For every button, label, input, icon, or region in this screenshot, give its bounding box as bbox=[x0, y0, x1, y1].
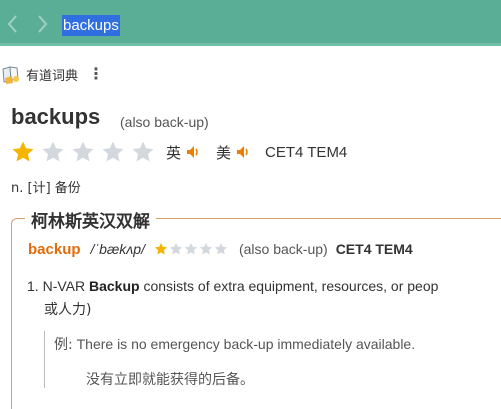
collins-sense: 1. N-VAR Backup consists of extra equipm… bbox=[27, 274, 501, 322]
collins-levels: CET4 TEM4 bbox=[335, 241, 413, 257]
exam-levels: CET4 TEM4 bbox=[265, 143, 348, 161]
pron-us-label: 美 bbox=[216, 143, 232, 162]
search-input[interactable]: backups bbox=[62, 15, 120, 36]
sense-definition: consists of extra equipment, resources, … bbox=[143, 278, 439, 294]
headword: backups bbox=[11, 104, 101, 129]
collins-title: 柯林斯英汉双解 bbox=[25, 207, 156, 232]
sense-pos: N-VAR bbox=[42, 278, 86, 294]
search-bar: backups bbox=[0, 0, 501, 46]
basic-definition: n. [计] 备份 bbox=[11, 181, 81, 196]
headword-variant: (also back-up) bbox=[120, 114, 209, 130]
star-empty-icon bbox=[199, 242, 213, 255]
example-english: 例: There is no emergency back-up immedia… bbox=[54, 334, 415, 354]
dictionary-source: 有道词典 ⋮ bbox=[0, 63, 104, 85]
collins-rating bbox=[154, 242, 229, 256]
chevron-right-icon bbox=[38, 15, 48, 33]
star-filled-icon bbox=[12, 141, 34, 162]
example-divider bbox=[44, 331, 45, 388]
collins-entry-header: backup /ˈbækʌp/ (also back-up) CET4 TEM4 bbox=[28, 238, 413, 260]
more-vertical-icon[interactable]: ⋮ bbox=[88, 64, 104, 84]
star-empty-icon bbox=[42, 141, 64, 162]
pron-uk-label: 英 bbox=[166, 143, 182, 162]
example-chinese: 没有立即就能获得的后备。 bbox=[86, 372, 254, 388]
star-empty-icon bbox=[214, 242, 228, 255]
speaker-us-icon[interactable] bbox=[235, 144, 251, 160]
search-bar-underline bbox=[0, 43, 501, 46]
sense-number: 1. bbox=[27, 278, 39, 294]
star-empty-icon bbox=[184, 242, 198, 255]
frequency-rating: 英 美 CET4 TEM4 bbox=[11, 139, 347, 165]
star-empty-icon bbox=[72, 141, 94, 162]
example-sentence: There is no emergency back-up immediatel… bbox=[76, 336, 416, 352]
star-filled-icon bbox=[154, 242, 168, 255]
star-empty-icon bbox=[169, 242, 183, 255]
speaker-uk-icon[interactable] bbox=[185, 144, 201, 160]
sense-headword: Backup bbox=[89, 278, 140, 294]
forward-button[interactable] bbox=[33, 13, 51, 35]
book-icon bbox=[2, 66, 19, 84]
collins-phonetic: /ˈbækʌp/ bbox=[90, 241, 145, 257]
collins-word: backup bbox=[28, 240, 81, 258]
source-name: 有道词典 bbox=[26, 68, 79, 84]
chevron-left-icon bbox=[7, 15, 17, 33]
star-empty-icon bbox=[132, 141, 154, 162]
sense-translation: 或人力) bbox=[44, 302, 92, 318]
example-label: 例: bbox=[54, 337, 73, 353]
star-empty-icon bbox=[102, 141, 124, 162]
back-button[interactable] bbox=[4, 13, 22, 35]
collins-variant: (also back-up) bbox=[238, 241, 328, 257]
